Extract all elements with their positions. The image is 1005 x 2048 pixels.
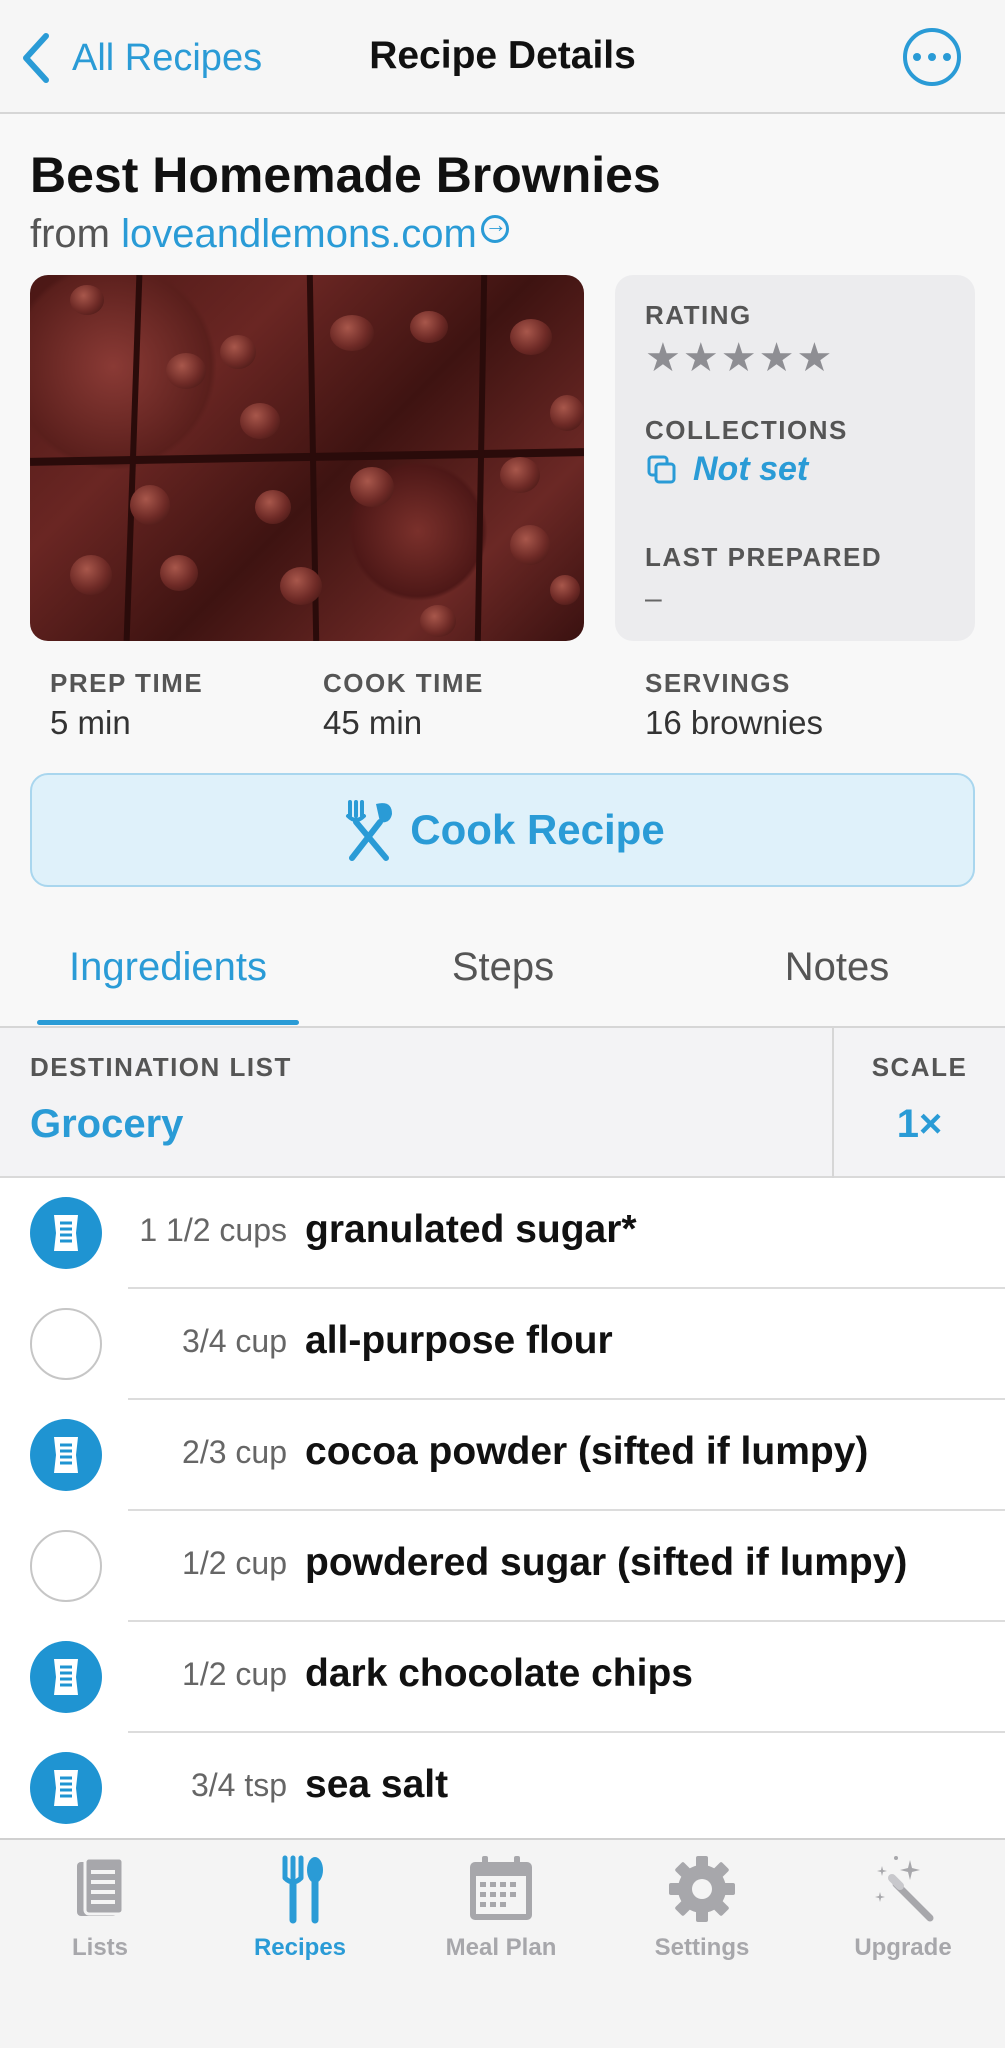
page-title: Recipe Details xyxy=(369,34,636,77)
prep-time-value: 5 min xyxy=(50,704,131,741)
ingredient-row[interactable]: 3/4 tsp sea salt xyxy=(0,1733,1005,1844)
cook-recipe-button[interactable]: Cook Recipe xyxy=(30,773,975,887)
last-prepared-label: LAST PREPARED xyxy=(645,542,883,572)
source-link[interactable]: loveandlemons.com xyxy=(121,212,477,256)
tab-ingredients[interactable]: Ingredients xyxy=(37,945,299,990)
ingredient-name: cocoa powder (sifted if lumpy) xyxy=(305,1430,869,1473)
scale-value[interactable]: 1× xyxy=(834,1102,1005,1147)
collection-copy-icon xyxy=(647,455,676,483)
cook-recipe-label: Cook Recipe xyxy=(410,806,665,853)
prep-time-label: PREP TIME xyxy=(50,668,204,698)
ingredient-row[interactable]: 3/4 cup all-purpose flour xyxy=(0,1289,1005,1400)
list-icon xyxy=(54,1437,78,1473)
recipe-title: Best Homemade Brownies xyxy=(30,147,661,203)
list-icon xyxy=(54,1215,78,1251)
ingredient-quantity: 3/4 cup xyxy=(182,1323,287,1359)
tabbar-recipes-label: Recipes xyxy=(253,1934,347,1961)
tab-notes[interactable]: Notes xyxy=(706,945,968,990)
list-added-checkbox[interactable] xyxy=(30,1641,102,1713)
recipe-photo[interactable] xyxy=(30,275,584,641)
rating-label: RATING xyxy=(645,300,752,330)
destination-list-label: DESTINATION LIST xyxy=(30,1052,292,1082)
ingredient-quantity: 1/2 cup xyxy=(182,1656,287,1692)
ingredient-row[interactable]: 1/2 cup dark chocolate chips xyxy=(0,1622,1005,1733)
ingredient-row[interactable]: 2/3 cup cocoa powder (sifted if lumpy) xyxy=(0,1400,1005,1511)
ingredient-quantity: 1 1/2 cups xyxy=(139,1212,287,1248)
tabbar-upgrade-label: Upgrade xyxy=(854,1934,952,1961)
ingredient-name: powdered sugar (sifted if lumpy) xyxy=(305,1541,908,1584)
unchecked-checkbox[interactable] xyxy=(30,1530,102,1602)
tabbar-settings[interactable]: Settings xyxy=(602,1852,802,1962)
list-icon xyxy=(54,1659,78,1695)
tabbar-meal-plan[interactable]: Meal Plan xyxy=(401,1852,601,1962)
list-added-checkbox[interactable] xyxy=(30,1419,102,1491)
more-options-icon[interactable] xyxy=(903,28,961,86)
list-added-checkbox[interactable] xyxy=(30,1752,102,1824)
tabbar-meal-plan-label: Meal Plan xyxy=(445,1934,557,1961)
magic-wand-icon xyxy=(875,1856,934,1922)
ingredient-quantity: 2/3 cup xyxy=(182,1434,287,1470)
recipe-source: from loveandlemons.com xyxy=(30,212,509,257)
scale-label: SCALE xyxy=(871,1052,968,1082)
tabbar-lists-label: Lists xyxy=(71,1934,128,1961)
tabbar-settings-label: Settings xyxy=(654,1934,750,1961)
rating-stars[interactable]: ★★★★★ xyxy=(645,335,834,381)
ingredient-name: all-purpose flour xyxy=(305,1319,613,1362)
last-prepared-value: – xyxy=(645,582,662,615)
list-added-checkbox[interactable] xyxy=(30,1197,102,1269)
list-icon xyxy=(77,1856,125,1916)
calendar-icon xyxy=(470,1856,532,1920)
tabbar-upgrade[interactable]: Upgrade xyxy=(803,1852,1003,1962)
ingredient-quantity: 1/2 cup xyxy=(182,1545,287,1581)
utensils-cross-icon xyxy=(346,800,393,861)
tab-steps[interactable]: Steps xyxy=(372,945,634,990)
ingredient-name: dark chocolate chips xyxy=(305,1652,693,1695)
tabbar-lists[interactable]: Lists xyxy=(0,1852,200,1962)
destination-list-value[interactable]: Grocery xyxy=(30,1102,183,1147)
cook-time-label: COOK TIME xyxy=(323,668,484,698)
collections-not-set: Not set xyxy=(693,450,809,488)
ingredient-row[interactable]: 1 1/2 cups granulated sugar* xyxy=(0,1178,1005,1289)
list-icon xyxy=(54,1770,78,1806)
ingredient-name: sea salt xyxy=(305,1763,449,1806)
servings-label: SERVINGS xyxy=(645,668,791,698)
ingredient-quantity: 3/4 tsp xyxy=(190,1767,287,1803)
cook-time-value: 45 min xyxy=(323,704,423,741)
tab-indicator xyxy=(37,1020,299,1025)
fork-spoon-icon xyxy=(282,1855,323,1924)
unchecked-checkbox[interactable] xyxy=(30,1308,102,1380)
tabbar-recipes[interactable]: Recipes xyxy=(200,1852,400,1962)
ingredient-row[interactable]: 1/2 cup powdered sugar (sifted if lumpy) xyxy=(0,1511,1005,1622)
collections-value[interactable]: Not set xyxy=(645,450,808,489)
collections-label: COLLECTIONS xyxy=(645,415,848,445)
ingredient-name: granulated sugar* xyxy=(305,1208,637,1251)
source-prefix: from xyxy=(30,212,110,256)
servings-value: 16 brownies xyxy=(645,704,823,741)
external-link-icon[interactable] xyxy=(480,212,509,243)
gear-icon xyxy=(669,1856,735,1922)
